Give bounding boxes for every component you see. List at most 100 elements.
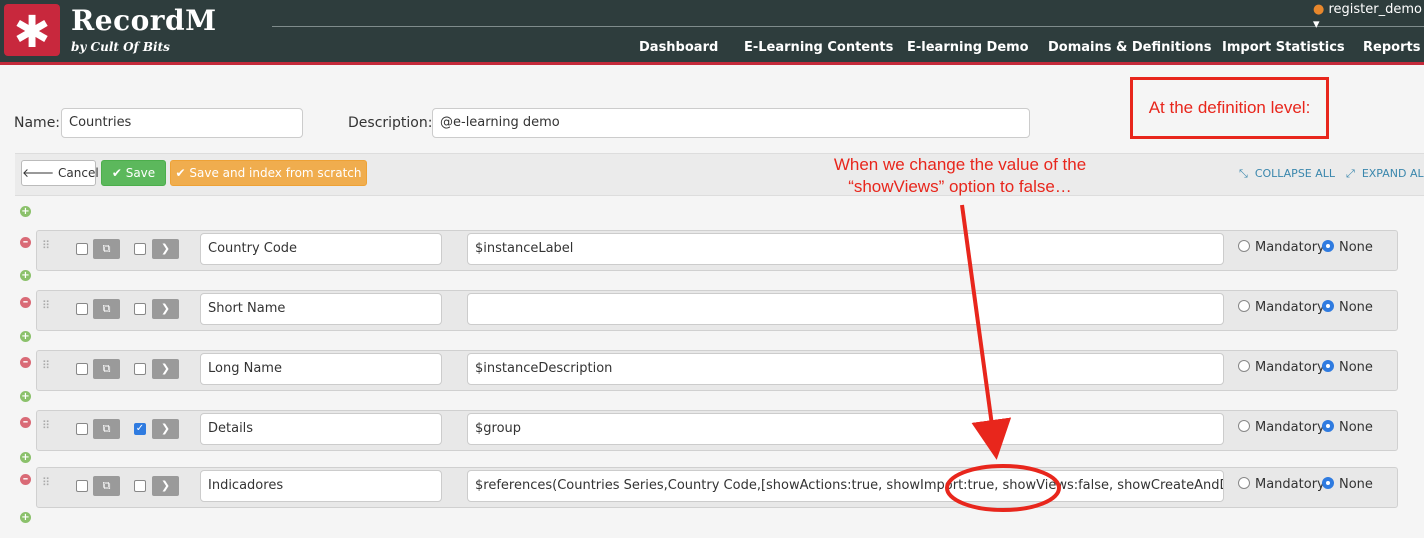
- mandatory-radio[interactable]: [1238, 477, 1250, 489]
- save-button[interactable]: ✔ Save: [101, 160, 166, 186]
- duplicate-button[interactable]: ⧉: [93, 239, 120, 259]
- duplicate-button[interactable]: ⧉: [93, 359, 120, 379]
- remove-field-icon[interactable]: –: [20, 473, 31, 485]
- mandatory-radio[interactable]: [1238, 360, 1250, 372]
- description-label: Description:: [348, 115, 433, 131]
- collapse-all-label: COLLAPSE ALL: [1254, 167, 1336, 180]
- collapse-all-link[interactable]: ⤡ COLLAPSE ALL: [1239, 167, 1335, 181]
- collapse-icon: ⤡: [1239, 167, 1248, 180]
- none-label: None: [1339, 360, 1373, 375]
- description-input[interactable]: @e-learning demo: [432, 108, 1030, 138]
- field-description-input[interactable]: $instanceLabel: [467, 233, 1224, 265]
- field-description-input[interactable]: $references(Countries Series,Country Cod…: [467, 470, 1224, 502]
- field-description-input[interactable]: $group: [467, 413, 1224, 445]
- none-radio[interactable]: [1322, 240, 1334, 252]
- user-menu[interactable]: ● register_demo ▾: [1313, 2, 1424, 32]
- chevron-right-button[interactable]: ❯: [152, 419, 179, 439]
- save-and-index-button[interactable]: ✔ Save and index from scratch: [170, 160, 367, 186]
- check-icon: ✔: [111, 166, 122, 180]
- user-name: register_demo: [1328, 2, 1422, 17]
- nav-elearning-contents[interactable]: E-Learning Contents: [744, 40, 893, 55]
- expand-checkbox[interactable]: [134, 363, 146, 375]
- nav-dashboard[interactable]: Dashboard: [639, 40, 718, 55]
- select-checkbox[interactable]: [76, 480, 88, 492]
- save-label: Save: [125, 166, 156, 180]
- mandatory-radio[interactable]: [1238, 300, 1250, 312]
- cancel-label: Cancel: [58, 166, 99, 180]
- none-radio[interactable]: [1322, 300, 1334, 312]
- mandatory-label: Mandatory: [1255, 360, 1325, 375]
- add-field-icon[interactable]: +: [20, 391, 31, 402]
- remove-field-icon[interactable]: –: [20, 296, 31, 308]
- nav-elearning-demo[interactable]: E-learning Demo: [907, 40, 1029, 55]
- chevron-right-button[interactable]: ❯: [152, 359, 179, 379]
- mandatory-label: Mandatory: [1255, 477, 1325, 492]
- annotation-text: When we change the value of the “showVie…: [810, 154, 1110, 198]
- add-field-icon[interactable]: +: [20, 206, 31, 217]
- field-description-input[interactable]: $instanceDescription: [467, 353, 1224, 385]
- mandatory-label: Mandatory: [1255, 240, 1325, 255]
- expand-checkbox[interactable]: [134, 243, 146, 255]
- none-label: None: [1339, 240, 1373, 255]
- drag-handle-icon[interactable]: ⠿: [42, 300, 50, 318]
- arrow-left-icon: 🡐: [22, 166, 55, 180]
- save-index-label: Save and index from scratch: [189, 166, 362, 180]
- chevron-right-button[interactable]: ❯: [152, 239, 179, 259]
- brand-title[interactable]: RecordM: [71, 4, 217, 37]
- cancel-button[interactable]: 🡐 Cancel: [21, 160, 99, 186]
- annotation-line-1: When we change the value of the: [833, 155, 1087, 174]
- none-label: None: [1339, 300, 1373, 315]
- remove-field-icon[interactable]: –: [20, 236, 31, 248]
- nav-divider: [272, 26, 1424, 27]
- nav-import-statistics[interactable]: Import Statistics: [1222, 40, 1345, 55]
- check-icon: ✔: [175, 166, 186, 180]
- select-checkbox[interactable]: [76, 363, 88, 375]
- caret-down-icon: ▾: [1313, 17, 1320, 32]
- select-checkbox[interactable]: [76, 303, 88, 315]
- field-description-input[interactable]: [467, 293, 1224, 325]
- drag-handle-icon[interactable]: ⠿: [42, 420, 50, 438]
- none-label: None: [1339, 420, 1373, 435]
- chevron-right-button[interactable]: ❯: [152, 299, 179, 319]
- expand-checkbox[interactable]: [134, 303, 146, 315]
- duplicate-button[interactable]: ⧉: [93, 419, 120, 439]
- mandatory-label: Mandatory: [1255, 300, 1325, 315]
- none-radio[interactable]: [1322, 477, 1334, 489]
- remove-field-icon[interactable]: –: [20, 416, 31, 428]
- drag-handle-icon[interactable]: ⠿: [42, 477, 50, 495]
- field-name-input[interactable]: Short Name: [200, 293, 442, 325]
- add-field-icon[interactable]: +: [20, 331, 31, 342]
- expand-checkbox[interactable]: ✓: [134, 423, 146, 435]
- select-checkbox[interactable]: [76, 423, 88, 435]
- field-name-input[interactable]: Indicadores: [200, 470, 442, 502]
- name-label: Name:: [14, 115, 61, 131]
- add-field-icon[interactable]: +: [20, 452, 31, 463]
- chevron-right-button[interactable]: ❯: [152, 476, 179, 496]
- nav-domains-definitions[interactable]: Domains & Definitions: [1048, 40, 1211, 55]
- brand-subtitle: by Cult Of Bits: [71, 40, 170, 54]
- duplicate-button[interactable]: ⧉: [93, 476, 120, 496]
- none-radio[interactable]: [1322, 420, 1334, 432]
- annotation-box: At the definition level:: [1130, 77, 1329, 139]
- add-field-icon[interactable]: +: [20, 512, 31, 523]
- duplicate-button[interactable]: ⧉: [93, 299, 120, 319]
- drag-handle-icon[interactable]: ⠿: [42, 360, 50, 378]
- field-name-input[interactable]: Country Code: [200, 233, 442, 265]
- add-field-icon[interactable]: +: [20, 270, 31, 281]
- nav-reports[interactable]: Reports: [1363, 40, 1420, 55]
- drag-handle-icon[interactable]: ⠿: [42, 240, 50, 258]
- field-name-input[interactable]: Long Name: [200, 353, 442, 385]
- recordm-logo-icon[interactable]: ✱: [4, 4, 60, 58]
- name-input[interactable]: Countries: [61, 108, 303, 138]
- mandatory-radio[interactable]: [1238, 420, 1250, 432]
- mandatory-label: Mandatory: [1255, 420, 1325, 435]
- remove-field-icon[interactable]: –: [20, 356, 31, 368]
- select-checkbox[interactable]: [76, 243, 88, 255]
- expand-checkbox[interactable]: [134, 480, 146, 492]
- expand-icon: ⤢: [1346, 167, 1355, 180]
- field-name-input[interactable]: Details: [200, 413, 442, 445]
- none-radio[interactable]: [1322, 360, 1334, 372]
- expand-all-link[interactable]: ⤢ EXPAND ALL: [1346, 167, 1424, 181]
- user-icon: ●: [1313, 2, 1325, 17]
- mandatory-radio[interactable]: [1238, 240, 1250, 252]
